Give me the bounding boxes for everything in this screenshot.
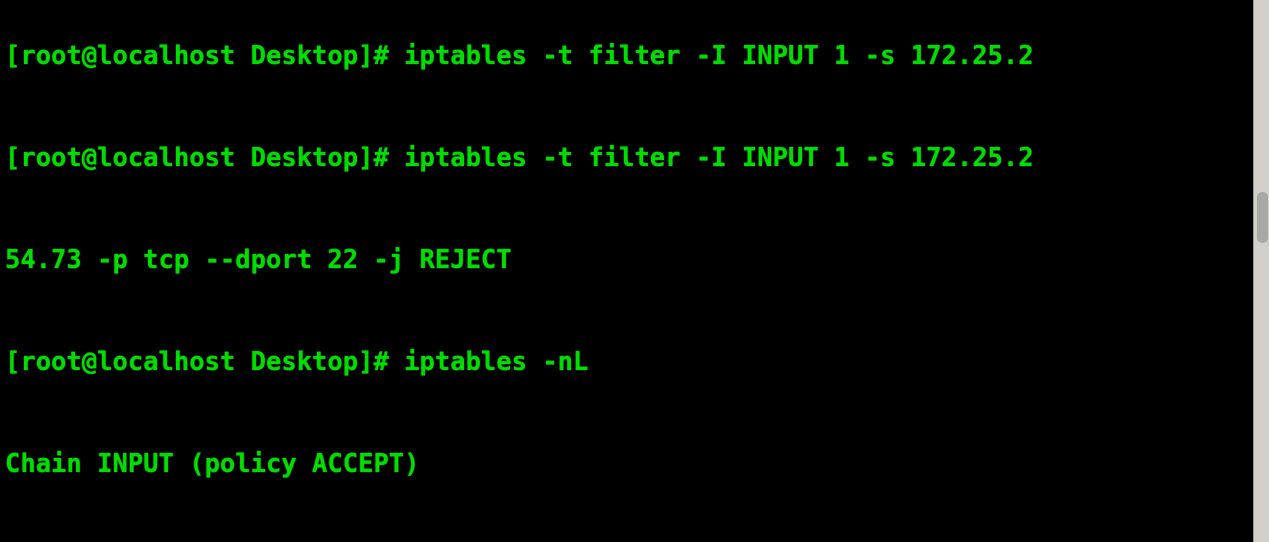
terminal-window[interactable]: [root@localhost Desktop]# iptables -t fi… (0, 0, 1269, 542)
terminal-line-cmd-insert-1: [root@localhost Desktop]# iptables -t fi… (5, 143, 1034, 173)
terminal-line-cmd-list: [root@localhost Desktop]# iptables -nL (5, 347, 589, 377)
terminal-line-clipped-top: [root@localhost Desktop]# iptables -t fi… (5, 41, 1034, 71)
terminal-line-cmd-insert-2: 54.73 -p tcp --dport 22 -j REJECT (5, 245, 512, 275)
terminal-output-area[interactable]: [root@localhost Desktop]# iptables -t fi… (0, 0, 1253, 542)
terminal-line-chain-input: Chain INPUT (policy ACCEPT) (5, 449, 420, 479)
terminal-scrollbar-thumb[interactable] (1257, 192, 1268, 243)
terminal-text-buffer: [root@localhost Desktop]# iptables -t fi… (5, 0, 1034, 542)
terminal-scrollbar[interactable] (1253, 0, 1269, 542)
